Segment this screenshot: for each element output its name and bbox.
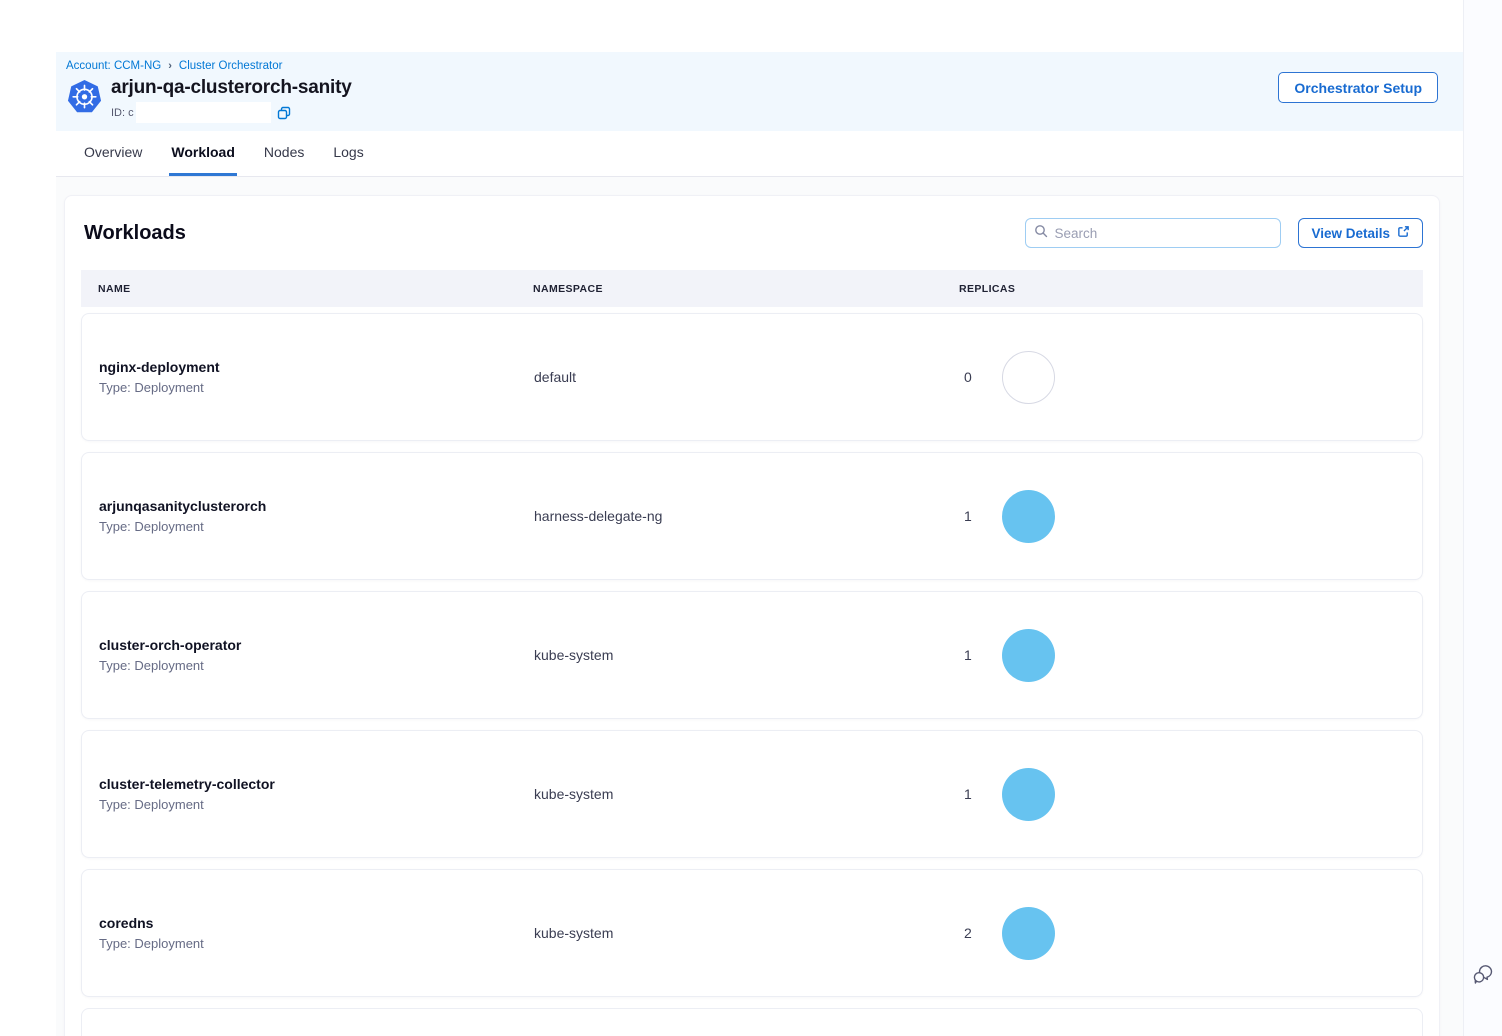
- workloads-actions: View Details: [1025, 218, 1423, 248]
- tab-workload[interactable]: Workload: [169, 131, 237, 176]
- workload-name: nginx-deployment: [99, 359, 534, 375]
- view-details-button[interactable]: View Details: [1298, 218, 1423, 248]
- workload-namespace: kube-system: [534, 925, 960, 941]
- chat-icon[interactable]: [1471, 962, 1495, 986]
- tab-overview[interactable]: Overview: [82, 131, 144, 176]
- replica-status-circle: [1002, 907, 1055, 960]
- copy-icon[interactable]: [277, 106, 291, 120]
- workload-name: cluster-telemetry-collector: [99, 776, 534, 792]
- replica-status-circle: [1002, 351, 1055, 404]
- page: Account: CCM-NG › Cluster Orchestrator: [0, 0, 1502, 1036]
- workload-type: Type: Deployment: [99, 658, 534, 673]
- workload-name: arjunqasanityclusterorch: [99, 498, 534, 514]
- workload-row-partial[interactable]: [81, 1008, 1423, 1036]
- view-details-label: View Details: [1311, 226, 1390, 241]
- workload-type: Type: Deployment: [99, 519, 534, 534]
- replica-count: 1: [964, 647, 972, 663]
- workload-row[interactable]: arjunqasanityclusterorch Type: Deploymen…: [81, 452, 1423, 580]
- workloads-card-header: Workloads View Details: [81, 218, 1423, 248]
- tab-bar: Overview Workload Nodes Logs: [56, 131, 1463, 177]
- title-row: arjun-qa-clusterorch-sanity ID: c: [66, 77, 1463, 123]
- cluster-id-label: ID: c: [111, 107, 134, 119]
- tab-nodes[interactable]: Nodes: [262, 131, 306, 176]
- title-block: arjun-qa-clusterorch-sanity ID: c: [111, 77, 352, 123]
- workload-namespace: kube-system: [534, 647, 960, 663]
- workload-namespace: default: [534, 369, 960, 385]
- cluster-id-value-redacted: [136, 102, 271, 123]
- kubernetes-icon: [66, 79, 103, 116]
- replica-status-circle: [1002, 768, 1055, 821]
- breadcrumb: Account: CCM-NG › Cluster Orchestrator: [66, 60, 1463, 72]
- column-header-name: NAME: [98, 283, 533, 295]
- workloads-title: Workloads: [84, 222, 186, 245]
- replica-count: 1: [964, 508, 972, 524]
- orchestrator-setup-button[interactable]: Orchestrator Setup: [1278, 72, 1438, 103]
- column-header-namespace: NAMESPACE: [533, 283, 959, 295]
- replica-status-circle: [1002, 490, 1055, 543]
- right-rail: [1463, 0, 1502, 1036]
- column-header-replicas: REPLICAS: [959, 283, 1423, 295]
- breadcrumb-separator-icon: ›: [168, 60, 172, 72]
- workload-namespace: kube-system: [534, 786, 960, 802]
- workload-row[interactable]: cluster-telemetry-collector Type: Deploy…: [81, 730, 1423, 858]
- search-input[interactable]: [1054, 226, 1272, 241]
- workload-row[interactable]: nginx-deployment Type: Deployment defaul…: [81, 313, 1423, 441]
- breadcrumb-section-link[interactable]: Cluster Orchestrator: [179, 60, 283, 72]
- breadcrumb-account-link[interactable]: Account: CCM-NG: [66, 60, 161, 72]
- external-link-icon: [1397, 225, 1410, 241]
- workload-name: coredns: [99, 915, 534, 931]
- main-content: Workloads View Details: [56, 177, 1463, 1036]
- workload-name: cluster-orch-operator: [99, 637, 534, 653]
- workload-rows: nginx-deployment Type: Deployment defaul…: [81, 313, 1423, 1036]
- replica-count: 0: [964, 369, 972, 385]
- search-icon: [1034, 224, 1048, 243]
- table-header: NAME NAMESPACE REPLICAS: [81, 270, 1423, 307]
- replica-status-circle: [1002, 629, 1055, 682]
- cluster-id-row: ID: c: [111, 102, 352, 123]
- workloads-card: Workloads View Details: [64, 195, 1440, 1036]
- workload-row[interactable]: coredns Type: Deployment kube-system 2: [81, 869, 1423, 997]
- tab-logs[interactable]: Logs: [331, 131, 365, 176]
- replica-count: 1: [964, 786, 972, 802]
- workload-row[interactable]: cluster-orch-operator Type: Deployment k…: [81, 591, 1423, 719]
- workload-type: Type: Deployment: [99, 797, 534, 812]
- search-box[interactable]: [1025, 218, 1281, 248]
- workload-type: Type: Deployment: [99, 936, 534, 951]
- replica-count: 2: [964, 925, 972, 941]
- workload-type: Type: Deployment: [99, 380, 534, 395]
- page-title: arjun-qa-clusterorch-sanity: [111, 77, 352, 99]
- workload-namespace: harness-delegate-ng: [534, 508, 960, 524]
- cluster-header: Account: CCM-NG › Cluster Orchestrator: [56, 52, 1463, 131]
